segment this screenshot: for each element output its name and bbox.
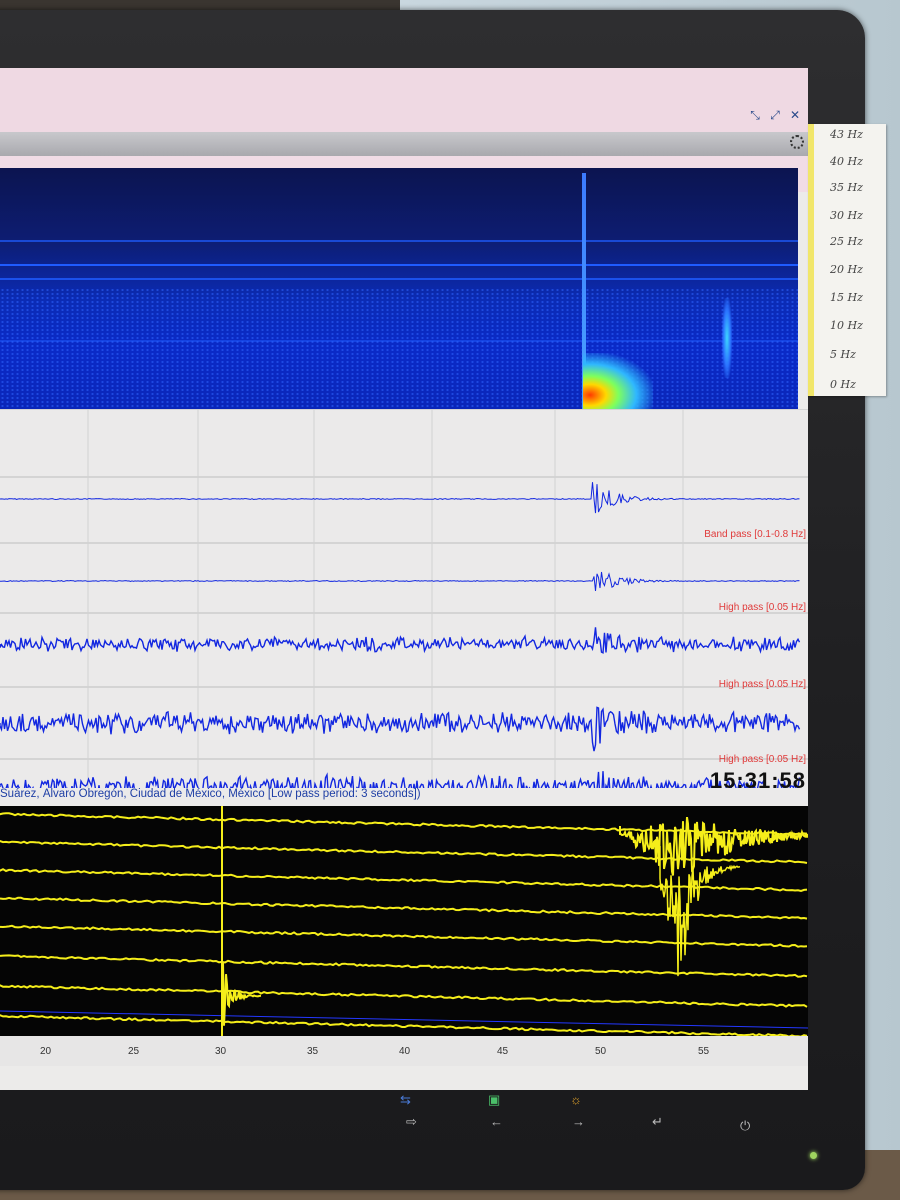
power-icon[interactable]: ⏻ xyxy=(740,1118,750,1134)
brightness-icon[interactable]: ☼ xyxy=(570,1092,582,1107)
power-led xyxy=(810,1152,817,1159)
time-axis: 20 25 30 35 40 45 50 55 xyxy=(0,1036,808,1066)
time-axis-tick: 55 xyxy=(698,1046,710,1057)
toolbar-bar xyxy=(0,132,808,156)
waveform-trace xyxy=(0,627,801,654)
freq-label: 35 Hz xyxy=(830,181,863,194)
right-arrow-icon[interactable]: → xyxy=(572,1114,585,1129)
enter-icon[interactable]: ⇨ xyxy=(406,1114,417,1130)
time-axis-tick: 50 xyxy=(595,1046,607,1057)
freq-label: 10 Hz xyxy=(830,319,863,332)
filter-label-4: High pass [0.05 Hz] xyxy=(718,754,806,765)
waveform-panel: Band pass [0.1-0.8 Hz] High pass [0.05 H… xyxy=(0,409,808,794)
filter-label-1: Band pass [0.1-0.8 Hz] xyxy=(704,529,806,540)
loading-icon xyxy=(790,135,804,149)
return-icon[interactable]: ↵ xyxy=(652,1114,663,1130)
helicorder-traces xyxy=(0,806,808,1064)
filter-label-3: High pass [0.05 Hz] xyxy=(718,679,806,690)
freq-label: 20 Hz xyxy=(830,263,863,276)
time-axis-tick: 35 xyxy=(307,1046,319,1057)
waveform-trace xyxy=(0,571,800,592)
freq-label: 15 Hz xyxy=(830,291,863,304)
freq-label: 25 Hz xyxy=(830,235,863,248)
spectrogram-band xyxy=(0,264,798,266)
helicorder-trace xyxy=(0,984,808,1008)
freq-label: 30 Hz xyxy=(830,209,863,222)
waveform-trace xyxy=(0,482,800,514)
spectrogram-band xyxy=(0,240,798,242)
minimize-icon[interactable]: ⤢ xyxy=(768,108,782,122)
waveform-traces xyxy=(0,409,808,794)
station-caption: Suárez, Álvaro Obregón, Ciudad de México… xyxy=(0,788,808,804)
spectrogram-energy-peak xyxy=(583,353,653,409)
time-axis-tick: 45 xyxy=(497,1046,509,1057)
helicorder-trace xyxy=(0,868,808,893)
freq-label: 40 Hz xyxy=(830,155,863,168)
freq-label: 43 Hz xyxy=(830,128,863,141)
monitor-controls: ⇆ ▣ ☼ ⇨ ← → ↵ ⏻ xyxy=(370,1092,800,1152)
time-axis-tick: 20 xyxy=(40,1046,52,1057)
time-axis-tick: 40 xyxy=(399,1046,411,1057)
time-axis-tick: 25 xyxy=(128,1046,140,1057)
freq-label: 5 Hz xyxy=(830,348,856,361)
filter-label-2: High pass [0.05 Hz] xyxy=(718,602,806,613)
spectrogram-band xyxy=(0,278,798,280)
helicorder xyxy=(0,806,808,1064)
freq-label: 0 Hz xyxy=(830,378,856,391)
frequency-sticky-note: 43 Hz 40 Hz 35 Hz 30 Hz 25 Hz 20 Hz 15 H… xyxy=(808,124,886,396)
helicorder-trace xyxy=(0,954,808,978)
seismograph-screen: ⤡ ⤢ ✕ Band pass [0.1-0.8 Hz] High pass [… xyxy=(0,68,808,1090)
left-arrow-icon[interactable]: ← xyxy=(490,1114,503,1129)
input-select-icon[interactable]: ⇆ xyxy=(400,1092,411,1108)
waveform-trace xyxy=(0,706,801,752)
auto-adjust-icon[interactable]: ▣ xyxy=(488,1092,500,1108)
spectrogram-noise xyxy=(0,288,798,409)
restore-icon[interactable]: ⤡ xyxy=(748,108,762,122)
helicorder-quake-burst xyxy=(619,816,808,876)
time-axis-tick: 30 xyxy=(215,1046,227,1057)
spectrogram xyxy=(0,168,798,409)
spectrogram-secondary-event xyxy=(722,298,732,378)
close-icon[interactable]: ✕ xyxy=(788,108,802,122)
helicorder-trace xyxy=(0,1014,808,1038)
window-controls: ⤡ ⤢ ✕ xyxy=(748,108,802,122)
window-titlebar: ⤡ ⤢ ✕ xyxy=(0,68,808,132)
